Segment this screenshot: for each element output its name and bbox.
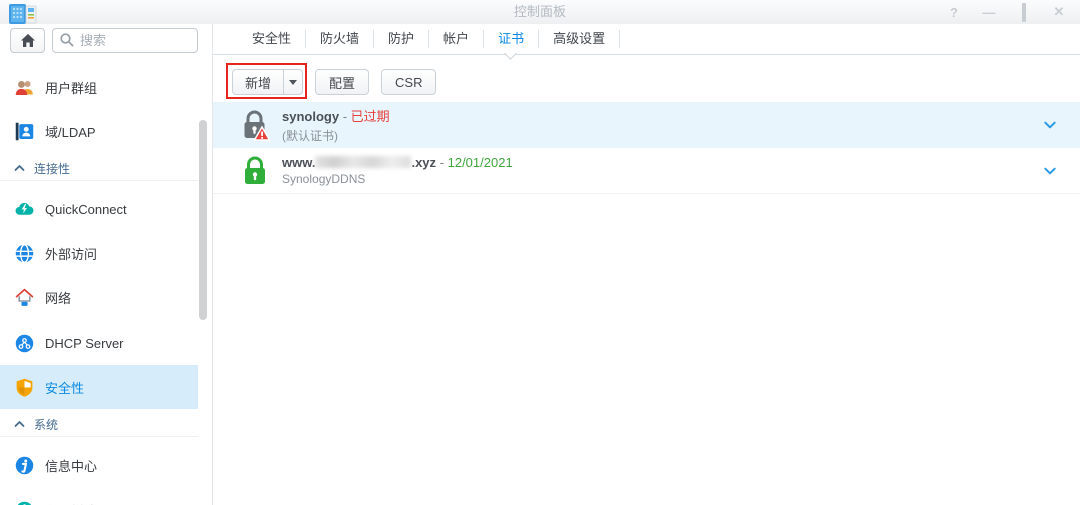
- home-button[interactable]: [10, 28, 45, 53]
- control-panel-window: 控制面板 ? — ✕ 搜索 用户群组 域/LDAP 连接性 QuickConne…: [0, 0, 1080, 505]
- theme-palette-icon: [17, 501, 32, 505]
- shield-icon: [16, 378, 33, 397]
- csr-button[interactable]: CSR: [381, 69, 437, 95]
- dhcp-icon: [15, 334, 34, 352]
- tab-security[interactable]: 安全性: [238, 30, 307, 48]
- id-badge-icon: [15, 122, 34, 140]
- lock-valid-icon: [245, 156, 265, 184]
- sidebar-item-network[interactable]: 网络: [14, 285, 196, 309]
- add-button-label: 新增: [245, 75, 272, 91]
- tab-label: 证书: [498, 31, 525, 46]
- certificate-row-ddns[interactable]: www. .xyz - 12/01/2021 SynologyDDNS: [213, 148, 1080, 194]
- globe-icon: [15, 243, 34, 263]
- sidebar-item-security[interactable]: 安全性: [14, 375, 196, 399]
- sidebar-item-domain-ldap[interactable]: 域/LDAP: [14, 119, 196, 143]
- sidebar-item-user-group[interactable]: 用户群组: [14, 75, 196, 99]
- sidebar-item-label: 域/LDAP: [45, 124, 96, 140]
- chevron-down-icon[interactable]: [1042, 117, 1058, 133]
- chevron-up-icon: [14, 421, 25, 427]
- certificate-title: www. .xyz - 12/01/2021: [282, 155, 513, 170]
- sidebar-item-dhcp-server[interactable]: DHCP Server: [14, 331, 196, 355]
- sidebar-item-label: 安全性: [45, 380, 85, 396]
- certificate-row-synology[interactable]: synology - 已过期 (默认证书): [213, 102, 1080, 148]
- add-button[interactable]: 新增: [232, 69, 304, 95]
- network-home-icon: [15, 288, 34, 306]
- sidebar-item-label: 外部访问: [45, 246, 98, 262]
- configure-button[interactable]: 配置: [315, 69, 370, 95]
- sidebar-item-theme[interactable]: 主题样式: [14, 498, 196, 505]
- section-header-label: 系统: [34, 417, 59, 432]
- tab-firewall[interactable]: 防火墙: [306, 30, 375, 48]
- tab-bar: 安全性 防火墙 防护 帐户 证书 高级设置: [213, 24, 1080, 60]
- toolbar: 新增 配置 CSR: [213, 62, 1080, 102]
- minimize-icon[interactable]: —: [982, 5, 996, 20]
- censored-domain-segment: [315, 156, 412, 168]
- certificate-subtitle: SynologyDDNS: [282, 172, 366, 186]
- search-icon: [60, 33, 74, 47]
- sidebar-item-info-center[interactable]: 信息中心: [14, 453, 196, 477]
- certificate-list: synology - 已过期 (默认证书) www. .xyz - 12/01/…: [213, 102, 1080, 194]
- sidebar-item-label: 用户群组: [45, 80, 98, 96]
- certificate-status-date: 12/01/2021: [447, 155, 513, 170]
- main-panel: 安全性 防火墙 防护 帐户 证书 高级设置 新增 配置 CSR synology…: [213, 24, 1080, 505]
- tab-account[interactable]: 帐户: [429, 30, 485, 48]
- divider: [0, 436, 198, 437]
- quickconnect-cloud-icon: [15, 202, 34, 215]
- caret-down-icon: [289, 79, 298, 85]
- tab-advanced[interactable]: 高级设置: [539, 30, 621, 48]
- sidebar-scrollbar[interactable]: [199, 120, 207, 320]
- sidebar: 用户群组 域/LDAP 连接性: [0, 24, 213, 505]
- certificate-name-suffix: .xyz: [411, 155, 437, 170]
- info-icon: [15, 456, 34, 474]
- sidebar-item-label: DHCP Server: [45, 335, 124, 351]
- active-tab-notch: [504, 47, 517, 60]
- users-icon: [15, 80, 33, 95]
- help-icon[interactable]: ?: [947, 5, 961, 20]
- lock-warning-icon: [244, 110, 270, 141]
- certificate-name: synology: [282, 108, 340, 124]
- sidebar-item-label: QuickConnect: [45, 201, 127, 217]
- sidebar-section-system[interactable]: 系统: [14, 416, 196, 432]
- window-title: 控制面板: [513, 4, 566, 19]
- tab-certificate[interactable]: 证书: [484, 30, 540, 60]
- sidebar-item-label: 主题样式: [45, 501, 97, 505]
- sidebar-item-quickconnect[interactable]: QuickConnect: [14, 197, 196, 221]
- separator: -: [436, 155, 448, 170]
- sidebar-item-label: 信息中心: [45, 458, 98, 474]
- separator: -: [339, 108, 351, 124]
- certificate-name-prefix: www.: [282, 155, 316, 170]
- certificate-subtitle: (默认证书): [282, 128, 338, 143]
- close-icon[interactable]: ✕: [1052, 4, 1066, 20]
- certificate-title: synology - 已过期: [282, 106, 390, 125]
- home-icon: [20, 34, 35, 47]
- maximize-icon[interactable]: [1017, 2, 1031, 22]
- add-dropdown-button[interactable]: [283, 70, 302, 94]
- chevron-up-icon: [14, 165, 25, 171]
- tab-protection[interactable]: 防护: [374, 30, 430, 48]
- divider: [0, 180, 198, 181]
- sidebar-section-connectivity[interactable]: 连接性: [14, 160, 196, 176]
- section-header-label: 连接性: [34, 161, 71, 176]
- chevron-down-icon[interactable]: [1042, 163, 1058, 179]
- sidebar-item-label: 网络: [45, 290, 72, 306]
- titlebar: 控制面板 ? — ✕: [0, 0, 1080, 24]
- certificate-status-expired: 已过期: [350, 108, 390, 124]
- sidebar-item-external-access[interactable]: 外部访问: [14, 241, 196, 265]
